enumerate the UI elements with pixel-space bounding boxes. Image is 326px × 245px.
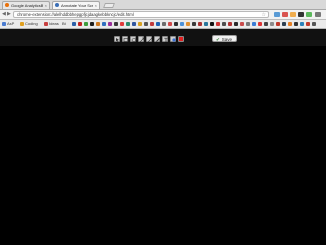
bookmark-icon[interactable] xyxy=(180,22,184,26)
bookmark-icon[interactable] xyxy=(138,22,142,26)
bookmark-icon[interactable] xyxy=(270,22,274,26)
bookmark-icon[interactable] xyxy=(168,22,172,26)
bookmark-icon[interactable] xyxy=(114,22,118,26)
bookmark-icon[interactable] xyxy=(192,22,196,26)
save-label: Save xyxy=(221,37,233,42)
bookmark-icon[interactable] xyxy=(90,22,94,26)
bookmark-icon[interactable] xyxy=(72,22,76,26)
url-field[interactable]: chrome-extension://alelhddbbhepgpfjcjdaa… xyxy=(13,11,269,18)
bookmark-icon[interactable] xyxy=(174,22,178,26)
bookmark-icon[interactable] xyxy=(306,22,310,26)
bookmark-icon[interactable] xyxy=(84,22,88,26)
annotation-toolbar: ✔Save Screenshot 2014/07/01 ... xyxy=(0,29,326,74)
text-icon[interactable] xyxy=(162,36,168,42)
bookmark-icon[interactable] xyxy=(162,22,166,26)
bookmark-icon[interactable] xyxy=(312,22,316,26)
bookmark-star-icon[interactable]: ☆ xyxy=(262,12,266,18)
save-button[interactable]: ✔ Save xyxy=(212,35,238,42)
bookmark-icon[interactable] xyxy=(144,22,148,26)
bookmark-icon[interactable] xyxy=(126,22,130,26)
bookmark-icon[interactable] xyxy=(300,22,304,26)
extension-icon[interactable] xyxy=(298,12,304,17)
bookmark-icon[interactable] xyxy=(204,22,208,26)
extension-icon[interactable] xyxy=(306,12,312,17)
bookmark-icon[interactable] xyxy=(240,22,244,26)
bookmark-icon[interactable] xyxy=(210,22,214,26)
bookmark-icon[interactable] xyxy=(258,22,262,26)
tab-close-icon[interactable]: × xyxy=(95,2,97,9)
arrow-left-icon[interactable]: ◀ xyxy=(2,12,6,17)
bookmark-icon[interactable] xyxy=(150,22,154,26)
bookmark-asp[interactable]: AsP xyxy=(7,21,14,27)
blur-icon[interactable] xyxy=(170,36,176,42)
bookmark-icon[interactable] xyxy=(288,22,292,26)
bookmark-icon[interactable] xyxy=(222,22,226,26)
bookmark-icon[interactable] xyxy=(156,22,160,26)
bookmark-icon[interactable] xyxy=(96,22,100,26)
select-icon[interactable] xyxy=(114,36,120,43)
bookmark-icon[interactable] xyxy=(234,22,238,26)
extension-icon[interactable] xyxy=(290,12,296,17)
ellipse-icon[interactable] xyxy=(130,36,137,42)
tab-label: Annotate Your Screenshot xyxy=(61,3,93,8)
tab-google-analytics[interactable]: Google AnalyticsBeta × xyxy=(2,1,50,9)
bookmark-icon[interactable] xyxy=(198,22,202,26)
line-icon[interactable] xyxy=(146,36,153,43)
bookmark-ideas[interactable]: Ideas xyxy=(49,21,59,27)
bookmark-icon[interactable] xyxy=(252,22,256,26)
extension-icon[interactable] xyxy=(274,12,280,17)
bookmark-icon[interactable] xyxy=(120,22,124,26)
bookmark-icon[interactable] xyxy=(78,22,82,26)
url-text: chrome-extension://alelhddbbhepgpfjcjdaa… xyxy=(17,12,134,17)
bookmark-bt[interactable]: Bt xyxy=(62,21,66,27)
bookmark-icon[interactable] xyxy=(132,22,136,26)
bookmark-folder-icon xyxy=(2,22,6,26)
bookmark-icon[interactable] xyxy=(216,22,220,26)
tab-annotate-screenshot[interactable]: Annotate Your Screenshot × xyxy=(52,1,100,9)
color-swatch-icon[interactable] xyxy=(178,36,184,42)
analytics-favicon-icon xyxy=(5,3,9,7)
tab-close-icon[interactable]: × xyxy=(45,2,47,9)
arrow-right-icon[interactable]: ▶ xyxy=(7,12,11,17)
bookmark-folder-icon xyxy=(44,22,48,26)
tab-strip: Google AnalyticsBeta × Annotate Your Scr… xyxy=(0,0,326,10)
new-tab-button[interactable] xyxy=(103,3,115,8)
tab-label: Google AnalyticsBeta xyxy=(11,3,43,8)
bookmark-icon[interactable] xyxy=(282,22,286,26)
bookmark-icon[interactable] xyxy=(102,22,106,26)
arrow-icon[interactable] xyxy=(138,36,145,43)
bookmark-icon[interactable] xyxy=(108,22,112,26)
extension-favicon-icon xyxy=(55,3,59,7)
bookmark-coding[interactable]: Coding xyxy=(25,21,38,27)
menu-icon[interactable] xyxy=(315,12,321,17)
bookmark-icon[interactable] xyxy=(264,22,268,26)
bookmarks-bar: AsP Coding Ideas Bt xyxy=(0,20,326,29)
screenshot-canvas[interactable] xyxy=(0,46,326,245)
address-row: ◀ ▶ chrome-extension://alelhddbbhepgpfjc… xyxy=(0,10,326,20)
extension-icon[interactable] xyxy=(282,12,288,17)
bookmark-icon[interactable] xyxy=(228,22,232,26)
bookmark-icon[interactable] xyxy=(276,22,280,26)
bookmark-icon[interactable] xyxy=(246,22,250,26)
check-icon: ✔ xyxy=(216,37,220,42)
rectangle-icon[interactable] xyxy=(122,36,129,42)
pen-icon[interactable] xyxy=(154,36,160,42)
bookmark-folder-icon xyxy=(20,22,24,26)
bookmark-icon[interactable] xyxy=(186,22,190,26)
bookmark-icon[interactable] xyxy=(294,22,298,26)
